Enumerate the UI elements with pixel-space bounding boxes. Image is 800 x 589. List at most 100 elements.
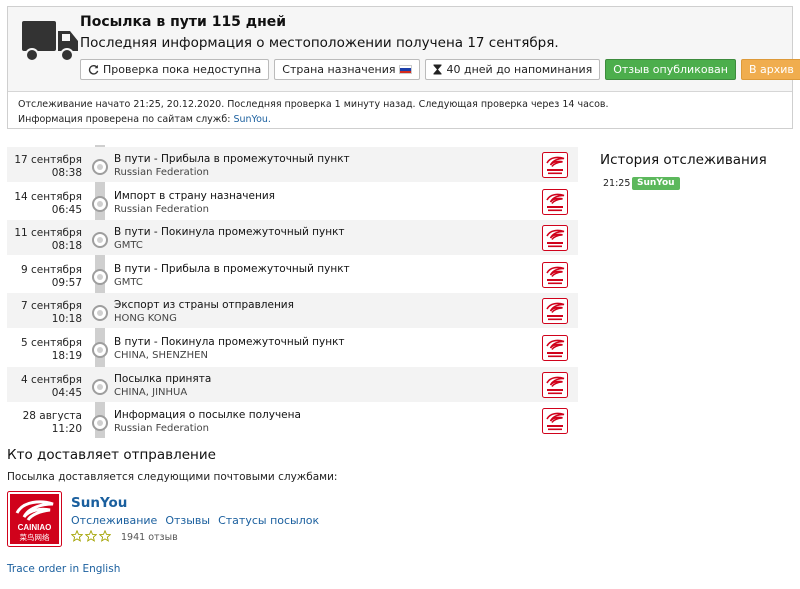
- tracking-info: Отслеживание начато 21:25, 20.12.2020. П…: [18, 97, 609, 127]
- timeline-event: 9 сентября 09:57 В пути - Прибыла в промеж…: [7, 257, 578, 292]
- event-location: Russian Federation: [114, 423, 209, 435]
- trace-english-link[interactable]: Trace order in English: [7, 563, 120, 575]
- event-date: 11 сентября: [14, 227, 82, 240]
- event-location: GMTC: [114, 240, 143, 252]
- cainiao-logo-icon[interactable]: [542, 152, 568, 178]
- history-time: 21:25: [603, 178, 631, 189]
- event-datetime: 9 сентября 09:57: [21, 264, 82, 290]
- event-datetime: 28 августа 11:20: [23, 410, 82, 436]
- reminder-button[interactable]: 40 дней до напоминания: [425, 59, 601, 80]
- event-datetime: 5 сентября 18:19: [21, 337, 82, 363]
- cainiao-logo-icon[interactable]: [542, 335, 568, 361]
- event-datetime: 7 сентября 10:18: [21, 300, 82, 326]
- event-location: Russian Federation: [114, 203, 209, 215]
- tracking-timeline: 17 сентября 08:38 В пути - Прибыла в проме…: [7, 145, 578, 438]
- history-service-badge[interactable]: SunYou: [632, 177, 680, 190]
- timeline-event: 7 сентября 10:18 Экспорт из страны отправл…: [7, 293, 578, 329]
- event-datetime: 11 сентября 08:18: [14, 227, 82, 253]
- event-location: Russian Federation: [114, 167, 209, 178]
- timeline-event: 4 сентября 04:45 Посылка принята CHINA, JIN…: [7, 366, 578, 402]
- event-time: 11:20: [51, 423, 82, 436]
- star-icon: [71, 530, 83, 542]
- timeline-node-icon: [92, 232, 108, 249]
- timeline-node-icon: [92, 305, 108, 322]
- tracking-info-line: Отслеживание начато 21:25, 20.12.2020. П…: [18, 99, 609, 110]
- reminder-button-label: 40 дней до напоминания: [446, 63, 593, 76]
- event-title: В пути - Покинула промежуточный пункт: [114, 226, 345, 239]
- page-subtitle: Последняя информация о местоположении по…: [80, 35, 559, 51]
- hourglass-icon: [433, 64, 442, 75]
- carriers-title: Кто доставляет отправление: [7, 447, 216, 463]
- event-time: 08:18: [51, 240, 82, 253]
- timeline-event: 14 сентября 06:45 Импорт в страну назначен…: [7, 184, 578, 219]
- cainiao-logo-icon[interactable]: [542, 188, 568, 215]
- services-checked-line: Информация проверена по сайтам служб: Su…: [18, 112, 609, 127]
- event-date: 9 сентября: [20, 263, 82, 276]
- review-published-button[interactable]: Отзыв опубликован: [605, 59, 736, 80]
- review-button-label: Отзыв опубликован: [613, 63, 728, 76]
- timeline-node-icon: [92, 415, 108, 432]
- cainiao-logo-text: CAINIAO: [18, 523, 52, 532]
- status-panel: Посылка в пути 115 дней Последняя информ…: [7, 6, 800, 129]
- event-location: CHINA, SHENZHEN: [114, 350, 208, 361]
- carrier-reviews-link[interactable]: Отзывы: [165, 514, 210, 527]
- event-title: Информация о посылке получена: [114, 409, 301, 422]
- carrier-links: Отслеживание Отзывы Статусы посылок: [71, 514, 319, 527]
- event-title: В пути - Прибыла в промежуточный пункт: [114, 153, 350, 165]
- event-title: В пути - Прибыла в промежуточный пункт: [114, 262, 350, 275]
- event-time: 04:45: [51, 386, 82, 399]
- status-header: Посылка в пути 115 дней Последняя информ…: [8, 7, 800, 92]
- event-time: 06:45: [51, 203, 82, 216]
- event-title: Импорт в страну назначения: [114, 189, 275, 202]
- check-button[interactable]: Проверка пока недоступна: [80, 59, 270, 80]
- history-title: История отслеживания: [600, 152, 767, 168]
- sunyou-service-link[interactable]: SunYou.: [233, 114, 270, 125]
- timeline-event: 28 августа 11:20 Информация о посылке полу…: [7, 403, 578, 438]
- destination-country-button[interactable]: Страна назначения: [274, 59, 421, 80]
- event-location: HONG KONG: [114, 313, 177, 325]
- cainiao-logo-icon[interactable]: [542, 371, 568, 398]
- event-date: 28 августа: [22, 410, 82, 423]
- carrier-name-link[interactable]: SunYou: [71, 495, 127, 511]
- cainiao-logo-icon[interactable]: [542, 408, 568, 435]
- archive-button-label: В архив: [748, 63, 794, 76]
- carrier-reviews-count: 1941 отзыв: [121, 532, 178, 543]
- event-title: Посылка принята: [114, 372, 212, 385]
- event-date: 14 сентября: [14, 190, 82, 203]
- event-datetime: 4 сентября 04:45: [21, 374, 82, 400]
- event-date: 4 сентября: [20, 373, 82, 386]
- carrier-tracking-link[interactable]: Отслеживание: [71, 514, 157, 527]
- russia-flag-icon: [399, 65, 413, 74]
- services-checked-label: Информация проверена по сайтам служб:: [18, 114, 231, 125]
- refresh-icon: [88, 64, 99, 75]
- carrier-rating: [71, 530, 111, 542]
- timeline-event: 17 сентября 08:38 В пути - Прибыла в проме…: [7, 147, 578, 182]
- event-time: 10:18: [51, 313, 82, 326]
- check-button-label: Проверка пока недоступна: [103, 63, 262, 76]
- event-time: 18:19: [51, 350, 82, 362]
- event-time: 08:38: [51, 167, 82, 179]
- star-icon: [99, 530, 111, 542]
- event-datetime: 17 сентября 08:38: [14, 154, 82, 180]
- truck-icon: [22, 21, 78, 62]
- cainiao-logo[interactable]: CAINIAO 菜鸟网络: [7, 491, 62, 547]
- event-date: 17 сентября: [14, 154, 82, 166]
- timeline-event: 5 сентября 18:19 В пути - Покинула промежу…: [7, 330, 578, 365]
- archive-button[interactable]: В архив: [740, 59, 800, 80]
- carriers-subtitle: Посылка доставляется следующими почтовым…: [7, 471, 338, 483]
- timeline-event: 11 сентября 08:18 В пути - Покинула промеж…: [7, 220, 578, 256]
- star-icon: [85, 530, 97, 542]
- timeline-node-icon: [92, 268, 108, 285]
- event-title: В пути - Покинула промежуточный пункт: [114, 336, 345, 348]
- event-title: Экспорт из страны отправления: [114, 299, 294, 312]
- cainiao-logo-icon[interactable]: [542, 298, 568, 325]
- carrier-statuses-link[interactable]: Статусы посылок: [218, 514, 319, 527]
- page-title: Посылка в пути 115 дней: [80, 14, 287, 30]
- destination-button-label: Страна назначения: [282, 63, 396, 76]
- event-date: 5 сентября: [20, 337, 82, 349]
- cainiao-logo-icon[interactable]: [542, 225, 568, 252]
- event-time: 09:57: [51, 276, 82, 289]
- cainiao-logo-cn-text: 菜鸟网络: [20, 532, 50, 542]
- timeline-node-icon: [92, 342, 108, 358]
- cainiao-logo-icon[interactable]: [542, 261, 568, 288]
